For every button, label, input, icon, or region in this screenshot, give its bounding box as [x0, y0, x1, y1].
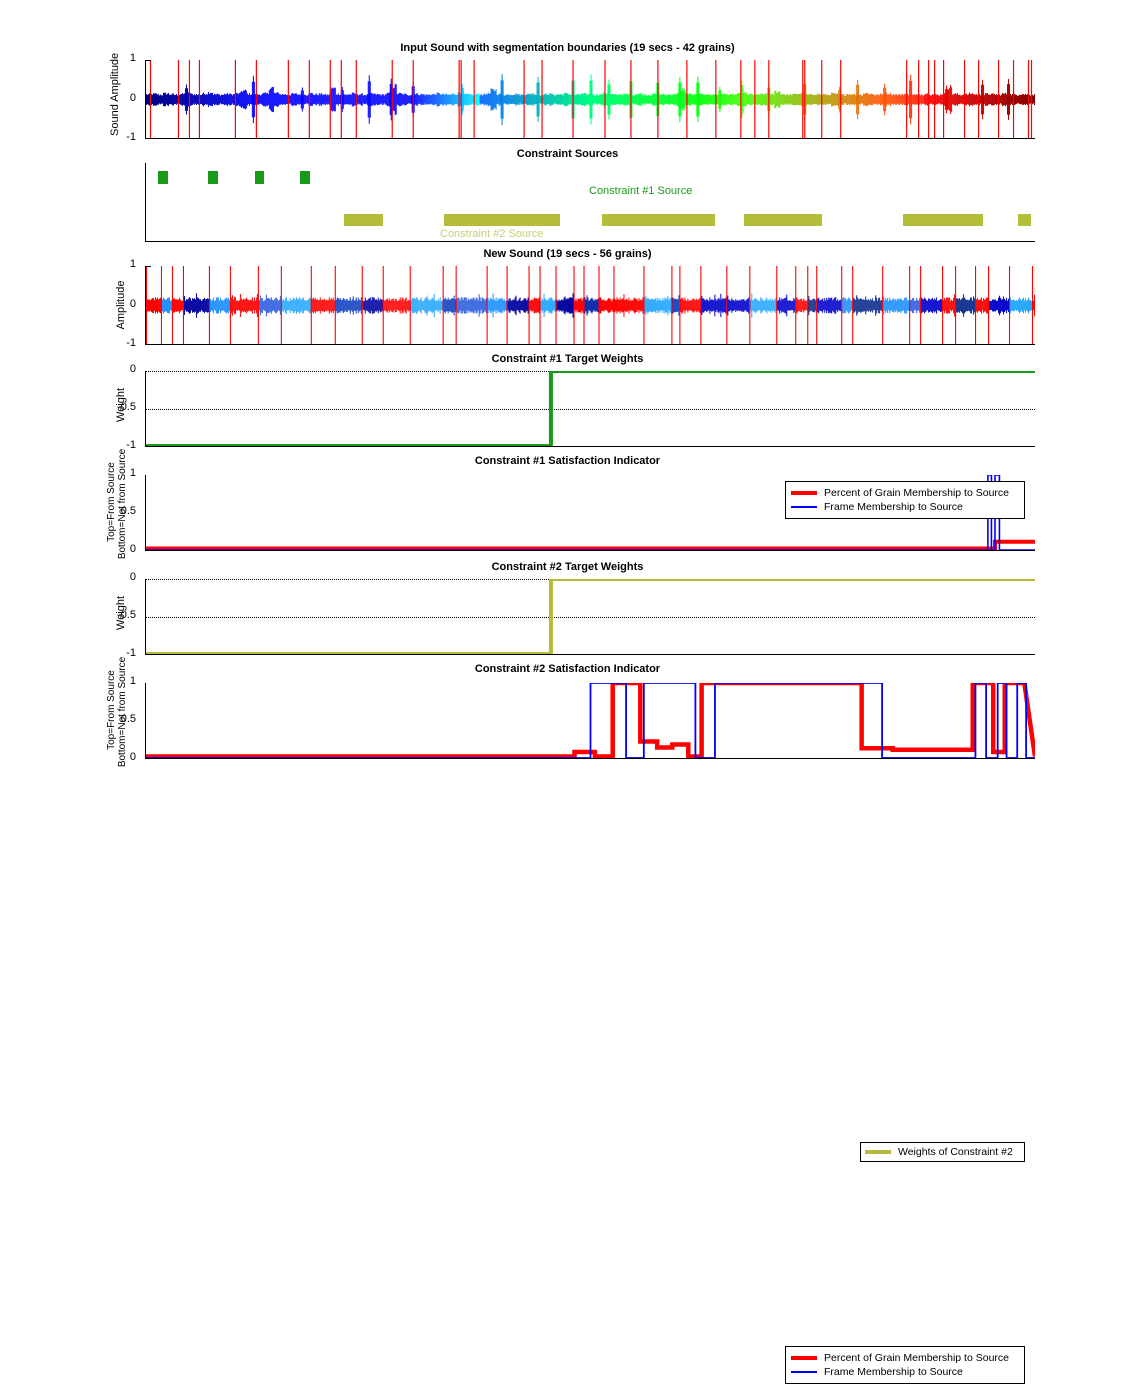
panel-c1-satisfaction: Constraint #1 Satisfaction Indicator Top… [0, 452, 1135, 560]
legend-label-frame-member-c2: Frame Membership to Source [824, 1366, 963, 1378]
ytick-new-neg1: -1 [114, 337, 136, 349]
c1-weights-line [146, 371, 1035, 446]
ytick-c1w-0: 0 [118, 363, 136, 375]
panel-title-c2-satisfaction: Constraint #2 Satisfaction Indicator [0, 663, 1135, 675]
constraint1-source-bar [300, 171, 310, 184]
c2-weights-line [146, 579, 1035, 654]
panel-title-constraint-sources: Constraint Sources [0, 148, 1135, 160]
panel-title-c1-satisfaction: Constraint #1 Satisfaction Indicator [0, 455, 1135, 467]
panel-c2-satisfaction: Constraint #2 Satisfaction Indicator Top… [0, 660, 1135, 775]
legend-swatch-percent-grain-c2 [791, 1356, 817, 1360]
legend-swatch-frame-member-c1 [791, 506, 817, 508]
ytick-c1s-1: 1 [118, 467, 136, 479]
panel-constraint-sources: Constraint Sources Constraint #1 Source … [0, 145, 1135, 245]
axes-c1-target-weights [145, 371, 1035, 447]
ytick-new-1: 1 [118, 258, 136, 270]
constraint2-source-bar [744, 214, 822, 226]
axes-new-sound [145, 266, 1035, 345]
legend-label-percent-grain-c1: Percent of Grain Membership to Source [824, 487, 1009, 499]
constraint2-source-bar [344, 214, 383, 226]
constraint1-source-bar [158, 171, 168, 184]
ytick-c2s-1: 1 [118, 675, 136, 687]
constraint2-source-label: Constraint #2 Source [440, 228, 543, 240]
panel-title-c1-weights: Constraint #1 Target Weights [0, 353, 1135, 365]
legend-swatch-c2-weights [865, 1150, 891, 1154]
constraint1-source-bar [255, 171, 265, 184]
ytick-c2w-0: 0 [118, 571, 136, 583]
ytick-c1s-0: 0 [118, 543, 136, 555]
constraint2-source-bar [1018, 214, 1030, 226]
ytick-c2w-neghalf: -0.5 [106, 609, 136, 621]
panel-c1-target-weights: Constraint #1 Target Weights Weight 0 -0… [0, 350, 1135, 452]
ylabel-c1-satisfaction-line1: Top=From Source [106, 447, 117, 557]
c2-satisfaction-lines [146, 683, 1035, 758]
ytick-c2s-half: 0.5 [111, 713, 136, 725]
panel-input-sound: Input Sound with segmentation boundaries… [0, 0, 1135, 145]
panel-title-c2-weights: Constraint #2 Target Weights [0, 561, 1135, 573]
panel-title-input-sound: Input Sound with segmentation boundaries… [0, 42, 1135, 54]
panel-c2-target-weights: Constraint #2 Target Weights Weight 0 -0… [0, 558, 1135, 660]
input-sound-waveform [146, 60, 1035, 138]
legend-swatch-frame-member-c2 [791, 1371, 817, 1373]
new-sound-waveform [146, 266, 1035, 344]
matlab-figure-window: Input Sound with segmentation boundaries… [0, 0, 1135, 851]
legend-label-frame-member-c1: Frame Membership to Source [824, 501, 963, 513]
ytick-new-0: 0 [118, 298, 136, 310]
constraint2-source-bar [444, 214, 560, 226]
axes-constraint-sources: Constraint #1 Source Constraint #2 Sourc… [145, 163, 1035, 242]
ytick-c1w-neghalf: -0.5 [106, 401, 136, 413]
ytick-c1s-half: 0.5 [111, 505, 136, 517]
constraint1-source-bar [208, 171, 218, 184]
axes-c2-target-weights [145, 579, 1035, 655]
ytick-c2s-0: 0 [118, 751, 136, 763]
axes-input-sound [145, 60, 1035, 139]
constraint1-source-label: Constraint #1 Source [589, 185, 692, 197]
legend-label-percent-grain-c2: Percent of Grain Membership to Source [824, 1352, 1009, 1364]
legend-c1-satisfaction: Percent of Grain Membership to Source Fr… [785, 481, 1025, 519]
legend-c2-satisfaction: Percent of Grain Membership to Source Fr… [785, 1346, 1025, 1384]
legend-label-c2-weights: Weights of Constraint #2 [898, 1146, 1013, 1158]
ytick-input-0: 0 [118, 92, 136, 104]
panel-title-new-sound: New Sound (19 secs - 56 grains) [0, 248, 1135, 260]
constraint2-source-bar [602, 214, 715, 226]
ytick-input-neg1: -1 [114, 131, 136, 143]
legend-swatch-percent-grain-c1 [791, 491, 817, 495]
legend-c2-weights: Weights of Constraint #2 [860, 1142, 1025, 1162]
ytick-input-1: 1 [118, 52, 136, 64]
constraint2-source-bar [903, 214, 983, 226]
axes-c2-satisfaction [145, 683, 1035, 759]
panel-new-sound: New Sound (19 secs - 56 grains) Amplitud… [0, 245, 1135, 350]
ylabel-c2-satisfaction-line1: Top=From Source [106, 655, 117, 765]
